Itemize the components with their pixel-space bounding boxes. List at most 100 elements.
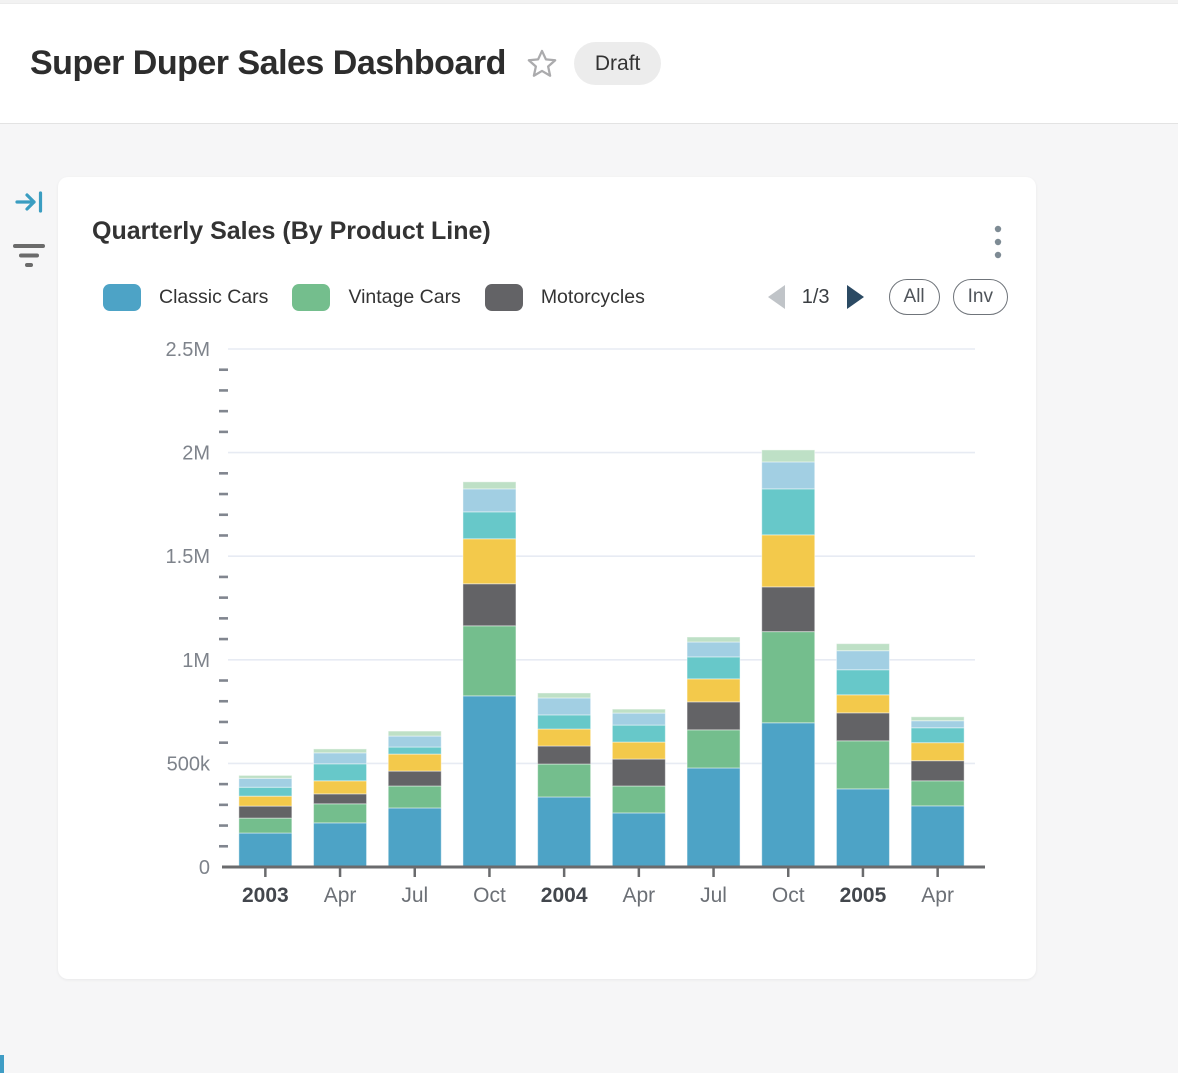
bar-segment[interactable]: [762, 489, 815, 535]
bar-segment[interactable]: [388, 736, 441, 747]
x-axis-tick-label: Apr: [623, 884, 656, 907]
bar-segment[interactable]: [687, 768, 740, 867]
bar-segment[interactable]: [836, 741, 889, 789]
bar-segment[interactable]: [911, 743, 964, 761]
bar-segment[interactable]: [388, 771, 441, 786]
bar-segment[interactable]: [687, 657, 740, 679]
legend-next-page-button[interactable]: [845, 283, 867, 311]
legend-item-label: Vintage Cars: [348, 286, 460, 309]
legend-select-all-button[interactable]: All: [889, 279, 940, 315]
legend-inverse-button[interactable]: Inv: [953, 279, 1008, 315]
bar-segment[interactable]: [463, 512, 516, 539]
bar-segment[interactable]: [762, 632, 815, 723]
bar-segment[interactable]: [314, 781, 367, 794]
legend-item[interactable]: Vintage Cars: [292, 284, 460, 311]
y-axis-tick-label: 500k: [167, 753, 211, 775]
bar-segment[interactable]: [239, 796, 292, 806]
bar-segment[interactable]: [388, 754, 441, 771]
bar-segment[interactable]: [388, 786, 441, 808]
legend-swatch: [292, 284, 330, 311]
chart-area[interactable]: 0500k1M1.5M2M2.5M2003AprJulOct2004AprJul…: [58, 327, 1036, 957]
bar-segment[interactable]: [762, 723, 815, 867]
bar-segment[interactable]: [836, 695, 889, 713]
chevron-right-icon: [845, 283, 867, 311]
corner-accent-mark: [0, 1055, 4, 1073]
bar-segment[interactable]: [314, 794, 367, 804]
legend-swatch: [485, 284, 523, 311]
bar-segment[interactable]: [314, 753, 367, 764]
bar-segment[interactable]: [538, 693, 591, 698]
bar-segment[interactable]: [239, 818, 292, 833]
bar-segment[interactable]: [687, 679, 740, 702]
y-axis-tick-label: 1M: [182, 650, 210, 672]
bar-segment[interactable]: [911, 761, 964, 781]
bar-segment[interactable]: [463, 584, 516, 626]
legend-item[interactable]: Classic Cars: [103, 284, 268, 311]
bar-segment[interactable]: [538, 698, 591, 715]
bar-segment[interactable]: [314, 823, 367, 867]
page-title: Super Duper Sales Dashboard: [30, 44, 506, 83]
bar-segment[interactable]: [388, 747, 441, 754]
bar-segment[interactable]: [463, 696, 516, 867]
bar-segment[interactable]: [836, 670, 889, 695]
bar-segment[interactable]: [762, 587, 815, 632]
bar-segment[interactable]: [836, 713, 889, 741]
card-menu-button[interactable]: [988, 219, 1008, 265]
bar-segment[interactable]: [911, 728, 964, 743]
bar-segment[interactable]: [612, 713, 665, 725]
bar-segment[interactable]: [612, 786, 665, 813]
bar-segment[interactable]: [314, 764, 367, 781]
app-header: Super Duper Sales Dashboard Draft: [0, 4, 1178, 124]
bar-segment[interactable]: [538, 797, 591, 867]
expand-sidebar-button[interactable]: [14, 187, 46, 217]
legend-item[interactable]: Motorcycles: [485, 284, 645, 311]
bar-segment[interactable]: [463, 539, 516, 584]
bar-segment[interactable]: [911, 806, 964, 867]
legend-items: Classic Cars Vintage Cars Motorcycles: [103, 284, 669, 311]
bar-segment[interactable]: [836, 651, 889, 670]
bar-segment[interactable]: [463, 626, 516, 696]
bar-segment[interactable]: [687, 642, 740, 657]
bar-segment[interactable]: [612, 813, 665, 867]
bar-segment[interactable]: [388, 808, 441, 867]
bar-segment[interactable]: [911, 717, 964, 721]
bar-segment[interactable]: [388, 731, 441, 736]
bar-segment[interactable]: [239, 778, 292, 787]
bar-segment[interactable]: [538, 729, 591, 746]
bar-segment[interactable]: [762, 450, 815, 462]
bar-segment[interactable]: [836, 644, 889, 651]
bar-segment[interactable]: [762, 462, 815, 489]
bar-segment[interactable]: [612, 759, 665, 786]
legend-prev-page-button[interactable]: [765, 283, 787, 311]
bar-segment[interactable]: [538, 764, 591, 797]
bar-segment[interactable]: [463, 482, 516, 489]
arrow-to-line-icon: [14, 187, 46, 217]
bar-segment[interactable]: [911, 781, 964, 806]
y-axis-tick-label: 2M: [182, 443, 210, 465]
bar-segment[interactable]: [911, 721, 964, 728]
bar-segment[interactable]: [314, 804, 367, 823]
legend-pager: 1/3 All Inv: [765, 279, 1008, 315]
bar-segment[interactable]: [687, 730, 740, 768]
filter-button[interactable]: [12, 240, 46, 272]
bar-segment[interactable]: [836, 789, 889, 867]
bar-segment[interactable]: [612, 709, 665, 713]
bar-segment[interactable]: [538, 715, 591, 729]
bar-segment[interactable]: [538, 746, 591, 764]
bar-segment[interactable]: [239, 806, 292, 818]
legend-page-indicator: 1/3: [802, 286, 830, 309]
bar-segment[interactable]: [612, 725, 665, 742]
bar-segment[interactable]: [762, 535, 815, 587]
bar-segment[interactable]: [612, 742, 665, 759]
bar-segment[interactable]: [239, 833, 292, 867]
stacked-bar-chart[interactable]: 0500k1M1.5M2M2.5M2003AprJulOct2004AprJul…: [58, 327, 1036, 957]
bar-segment[interactable]: [687, 637, 740, 642]
x-axis-tick-label: Jul: [700, 884, 727, 907]
bar-segment[interactable]: [239, 775, 292, 778]
bar-segment[interactable]: [314, 749, 367, 753]
favorite-star-button[interactable]: [526, 48, 558, 80]
bar-segment[interactable]: [239, 787, 292, 796]
bar-segment[interactable]: [687, 702, 740, 730]
bar-segment[interactable]: [463, 489, 516, 512]
chart-card: Quarterly Sales (By Product Line) Classi…: [58, 177, 1036, 979]
